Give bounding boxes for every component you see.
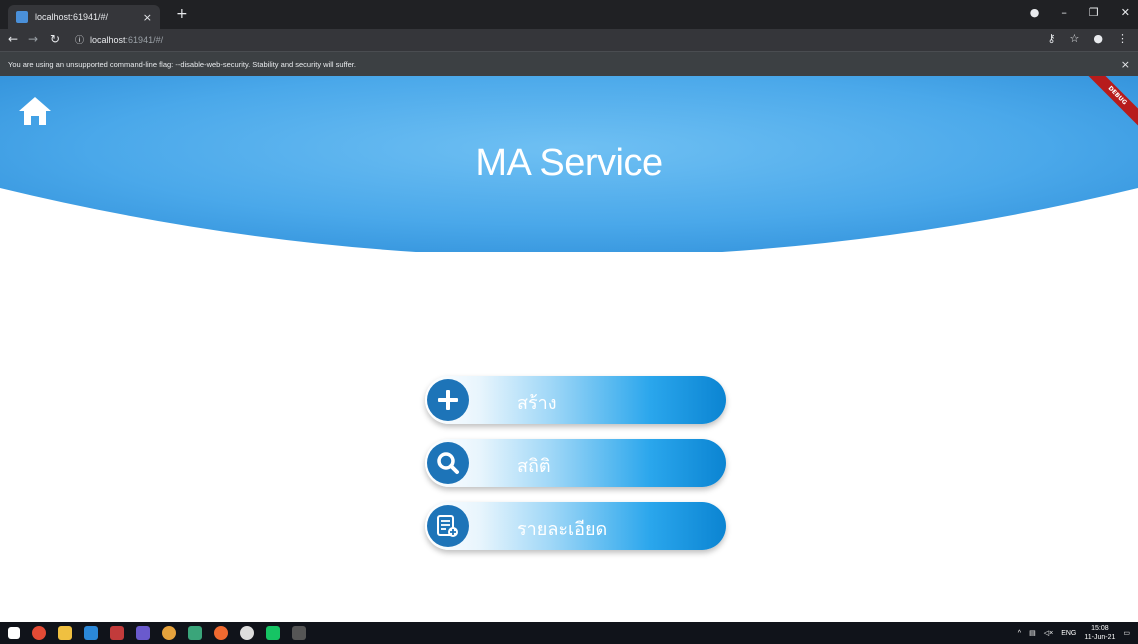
vscode-icon[interactable] [84, 626, 98, 640]
close-window-icon[interactable]: ✕ [1121, 6, 1130, 19]
info-icon[interactable]: ⓘ [75, 35, 84, 45]
browser-tab[interactable]: localhost:61941/#/ × [8, 5, 160, 29]
flutter-favicon-icon [16, 11, 28, 23]
postman-icon[interactable] [214, 626, 228, 640]
taskbar: ^ ▤ ◁× ENG 15:08 11-Jun-21 ▭ [0, 622, 1138, 644]
key-icon[interactable]: ⚷ [1047, 32, 1055, 45]
clock-time: 15:08 [1091, 625, 1109, 632]
account-icon[interactable]: ● [1093, 32, 1103, 45]
tab-close-icon[interactable]: × [143, 11, 152, 24]
new-tab-button[interactable]: + [176, 6, 188, 22]
chevron-up-icon[interactable]: ^ [1018, 630, 1021, 637]
back-icon[interactable]: ← [8, 32, 18, 46]
app-icon[interactable] [110, 626, 124, 640]
github-icon[interactable] [240, 626, 254, 640]
minimize-icon[interactable]: – [1061, 6, 1067, 19]
volume-icon[interactable]: ◁× [1044, 629, 1053, 637]
details-button-label: รายละเอียด [517, 519, 608, 540]
search-icon [427, 442, 469, 484]
menu-dots-icon[interactable]: ⋮ [1117, 32, 1128, 45]
eclipse-icon[interactable] [136, 626, 150, 640]
chrome-icon[interactable] [32, 626, 46, 640]
address-bar-actions: ⚷ ☆ ● ⋮ [1047, 32, 1128, 45]
system-tray: ^ ▤ ◁× ENG 15:08 11-Jun-21 ▭ [1018, 624, 1130, 642]
file-explorer-icon[interactable] [58, 626, 72, 640]
statistics-button-label: สถิติ [517, 456, 551, 477]
windows-start-icon[interactable] [8, 627, 20, 639]
statistics-button[interactable]: สถิติ [425, 439, 726, 487]
url-field[interactable]: ⓘ localhost:61941/#/ [75, 33, 163, 46]
details-button[interactable]: รายละเอียด [425, 502, 726, 550]
window-controls: ● – ❐ ✕ [1030, 6, 1130, 19]
app-title: MA Service [475, 142, 663, 184]
warning-close-icon[interactable]: × [1121, 58, 1130, 71]
url-host: localhost [90, 35, 126, 45]
reload-icon[interactable]: ↻ [50, 32, 60, 46]
language-indicator[interactable]: ENG [1061, 630, 1076, 637]
warning-text: You are using an unsupported command-lin… [8, 60, 356, 69]
star-icon[interactable]: ☆ [1070, 32, 1080, 45]
network-icon[interactable]: ▤ [1029, 629, 1036, 637]
app-viewport: MA Service DEBUG สร้าง สถิติ รายละเอียด [0, 76, 1138, 622]
plus-icon [427, 379, 469, 421]
url-path: :61941/#/ [125, 35, 164, 45]
address-bar: ← → ↻ ⓘ localhost:61941/#/ ⚷ ☆ ● ⋮ [0, 29, 1138, 51]
create-button-label: สร้าง [517, 393, 557, 414]
home-icon[interactable] [18, 96, 52, 126]
forward-icon[interactable]: → [28, 32, 38, 46]
tab-title: localhost:61941/#/ [35, 12, 109, 22]
list-detail-icon [427, 505, 469, 547]
clock[interactable]: 15:08 11-Jun-21 [1084, 624, 1115, 642]
create-button[interactable]: สร้าง [425, 376, 726, 424]
browser-tab-bar: localhost:61941/#/ × + ● – ❐ ✕ [0, 0, 1138, 29]
android-studio-icon[interactable] [188, 626, 202, 640]
profile-dot-icon[interactable]: ● [1030, 6, 1040, 19]
notification-icon[interactable]: ▭ [1123, 629, 1130, 637]
warning-infobar: You are using an unsupported command-lin… [0, 51, 1138, 76]
chrome-canary-icon[interactable] [162, 626, 176, 640]
clock-date: 11-Jun-21 [1084, 634, 1116, 641]
terminal-icon[interactable] [292, 626, 306, 640]
line-icon[interactable] [266, 626, 280, 640]
restore-icon[interactable]: ❐ [1089, 6, 1099, 19]
taskbar-apps [8, 626, 306, 640]
